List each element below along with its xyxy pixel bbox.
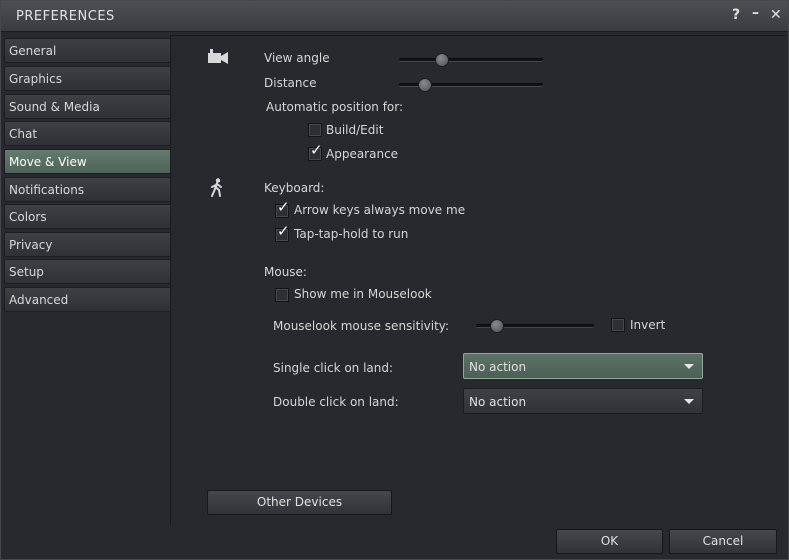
tab-sound-media[interactable]: Sound & Media: [4, 94, 171, 119]
arrow-keys-label: Arrow keys always move me: [294, 203, 466, 217]
slider-thumb[interactable]: [435, 53, 450, 67]
minimize-icon[interactable]: –: [752, 5, 759, 21]
slider-thumb[interactable]: [490, 319, 505, 333]
arrow-keys-checkbox[interactable]: ✓: [275, 200, 290, 218]
single-click-label: Single click on land:: [273, 361, 394, 375]
tab-label: Notifications: [9, 183, 85, 197]
checkmark-icon: ✓: [310, 141, 323, 159]
mouse-label: Mouse:: [264, 265, 307, 279]
checkmark-icon: ✓: [277, 222, 290, 240]
appearance-label: Appearance: [326, 147, 399, 161]
sensitivity-label: Mouselook mouse sensitivity:: [273, 319, 450, 333]
keyboard-label: Keyboard:: [264, 181, 325, 195]
checkmark-icon: ✓: [277, 198, 290, 216]
tab-label: General: [9, 44, 57, 58]
build-edit-checkbox[interactable]: ✓: [308, 123, 322, 137]
chevron-down-icon: [684, 399, 694, 404]
tab-label: Graphics: [9, 72, 62, 86]
tab-label: Chat: [9, 127, 38, 141]
tab-label: Setup: [9, 265, 44, 279]
preferences-window: PREFERENCES ? – ✕ General Graphics Sound…: [0, 0, 789, 560]
tab-label: Colors: [9, 210, 47, 224]
mouselook-checkbox[interactable]: ✓: [275, 288, 289, 302]
sensitivity-slider[interactable]: [476, 319, 594, 333]
walking-person-icon: [211, 178, 222, 197]
invert-checkbox[interactable]: ✓: [611, 318, 625, 332]
single-click-dropdown[interactable]: No action: [463, 353, 703, 379]
move-view-panel: View angle Distance Automatic position f…: [170, 35, 786, 525]
double-click-label: Double click on land:: [273, 395, 399, 409]
camera-icon: [208, 49, 228, 64]
appearance-checkbox[interactable]: ✓: [308, 143, 323, 161]
dropdown-value: No action: [469, 360, 527, 374]
tab-label: Privacy: [9, 238, 53, 252]
cancel-button[interactable]: Cancel: [669, 529, 777, 554]
slider-track: [399, 58, 543, 62]
invert-label: Invert: [630, 318, 666, 332]
tab-colors[interactable]: Colors: [4, 204, 171, 229]
chevron-down-icon: [684, 364, 694, 369]
tab-general[interactable]: General: [4, 38, 171, 63]
tab-chat[interactable]: Chat: [4, 121, 171, 146]
help-icon[interactable]: ?: [732, 7, 740, 23]
other-devices-button[interactable]: Other Devices: [207, 490, 392, 515]
tab-privacy[interactable]: Privacy: [4, 232, 171, 257]
build-edit-label: Build/Edit: [326, 123, 384, 137]
tab-setup[interactable]: Setup: [4, 259, 171, 284]
distance-slider[interactable]: [399, 78, 543, 92]
slider-thumb[interactable]: [417, 78, 432, 92]
view-angle-slider[interactable]: [399, 53, 543, 67]
mouselook-label: Show me in Mouselook: [294, 287, 432, 301]
tab-label: Sound & Media: [9, 100, 100, 114]
tab-graphics[interactable]: Graphics: [4, 66, 171, 91]
tab-notifications[interactable]: Notifications: [4, 177, 171, 202]
distance-label: Distance: [264, 76, 317, 90]
ok-button[interactable]: OK: [556, 529, 663, 554]
tab-move-view[interactable]: Move & View: [4, 149, 171, 174]
view-angle-label: View angle: [264, 51, 330, 65]
window-title: PREFERENCES: [16, 9, 115, 24]
tab-label: Advanced: [9, 293, 69, 307]
dropdown-value: No action: [469, 395, 527, 409]
tap-hold-label: Tap-tap-hold to run: [294, 227, 409, 241]
auto-position-label: Automatic position for:: [266, 100, 404, 114]
double-click-dropdown[interactable]: No action: [463, 388, 703, 414]
close-icon[interactable]: ✕: [770, 7, 782, 23]
tap-hold-checkbox[interactable]: ✓: [275, 224, 290, 242]
tab-label: Move & View: [9, 155, 87, 169]
tab-advanced[interactable]: Advanced: [4, 287, 171, 312]
title-bar[interactable]: PREFERENCES ? – ✕: [1, 1, 788, 32]
